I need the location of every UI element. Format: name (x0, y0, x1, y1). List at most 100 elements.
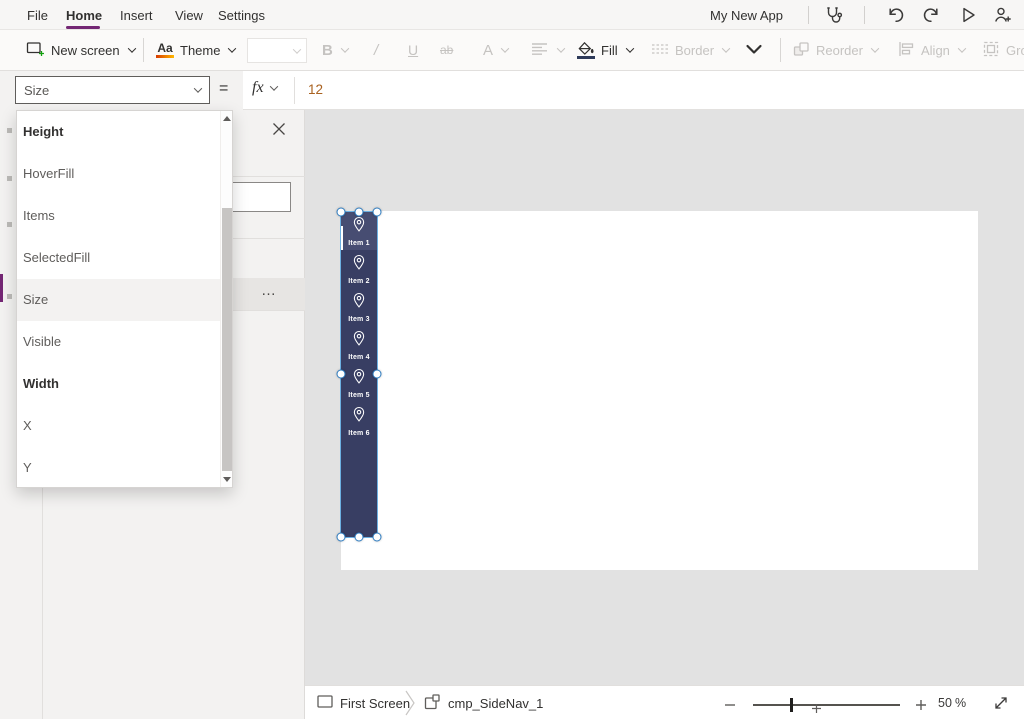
fx-selector[interactable]: fx (252, 79, 277, 97)
dropdown-item-width[interactable]: Width (17, 363, 221, 405)
location-pin-icon (352, 292, 366, 314)
selection-handle-e[interactable] (373, 370, 382, 379)
strikethrough-button[interactable]: ab (440, 30, 453, 70)
menu-settings[interactable]: Settings (218, 0, 265, 30)
zoom-value: 50 (938, 696, 952, 710)
play-preview-button[interactable] (955, 3, 981, 27)
panel-close-button[interactable] (269, 121, 289, 141)
zoom-slider-thumb[interactable] (790, 698, 793, 712)
app-checker-button[interactable] (821, 3, 847, 27)
font-size-combo[interactable] (247, 38, 307, 63)
group-button[interactable]: Gro (983, 30, 1024, 70)
property-selector[interactable]: Size (15, 76, 210, 104)
person-add-icon (993, 5, 1013, 25)
share-button[interactable] (990, 3, 1016, 27)
font-color-button[interactable]: A (483, 30, 508, 70)
group-icon (983, 41, 1000, 60)
theme-icon: Aa (156, 42, 174, 58)
new-screen-button[interactable]: New screen (26, 30, 135, 70)
theme-button[interactable]: Aa Theme (156, 30, 235, 70)
chevron-down-icon (127, 44, 135, 52)
scroll-up-icon[interactable] (223, 116, 231, 121)
divider (864, 6, 865, 24)
undo-icon (885, 5, 905, 25)
nav-item-label: Item 1 (348, 240, 369, 247)
screen-name: First Screen (340, 696, 410, 711)
scroll-down-icon[interactable] (223, 477, 231, 482)
nav-item-label: Item 5 (348, 392, 369, 399)
rail-icon-fragment (7, 222, 12, 227)
menu-file[interactable]: File (27, 0, 48, 30)
strikethrough-icon: ab (440, 43, 453, 57)
rail-icon-fragment (7, 128, 12, 133)
toolbar: New screen Aa Theme B / U ab (0, 30, 1024, 71)
menu-view[interactable]: View (175, 0, 203, 30)
nav-item-label: Item 6 (348, 430, 369, 437)
menu-insert[interactable]: Insert (120, 0, 153, 30)
bold-icon: B (322, 42, 333, 59)
breadcrumb-screen[interactable]: First Screen (317, 686, 410, 719)
dropdown-item-selectedfill[interactable]: SelectedFill (17, 237, 221, 279)
dropdown-item-size[interactable]: Size (17, 279, 221, 321)
fit-to-window-button[interactable] (993, 695, 1009, 716)
selection-handle-w[interactable] (337, 370, 346, 379)
selection-handle-sw[interactable] (337, 533, 346, 542)
dropdown-item-visible[interactable]: Visible (17, 321, 221, 363)
location-pin-icon (352, 368, 366, 390)
bold-button[interactable]: B (322, 30, 348, 70)
fill-color-swatch (577, 56, 595, 59)
breadcrumb-separator (405, 690, 416, 719)
close-icon (272, 122, 286, 141)
formula-input[interactable]: 12 (308, 82, 323, 97)
chevron-down-icon (269, 82, 277, 90)
toolbar-overflow-button[interactable] (745, 30, 763, 70)
breadcrumb-component[interactable]: cmp_SideNav_1 (424, 686, 543, 719)
nav-item: Item 4 (341, 326, 377, 364)
dropdown-item-hoverfill[interactable]: HoverFill (17, 153, 221, 195)
app-title: My New App (710, 0, 783, 30)
zoom-in-button[interactable] (915, 698, 927, 716)
underline-button[interactable]: U (408, 30, 418, 70)
new-screen-label: New screen (51, 43, 120, 58)
nav-item-label: Item 3 (348, 316, 369, 323)
redo-button[interactable] (919, 3, 945, 27)
border-button[interactable]: Border (651, 30, 729, 70)
more-options-button[interactable]: … (261, 282, 277, 299)
divider (294, 77, 295, 104)
dropdown-scrollbar[interactable] (220, 111, 232, 487)
dropdown-item-x[interactable]: X (17, 405, 221, 447)
reorder-button[interactable]: Reorder (793, 30, 878, 70)
divider (143, 38, 144, 62)
component-name: cmp_SideNav_1 (448, 696, 543, 711)
fill-button[interactable]: Fill (577, 30, 633, 70)
dropdown-item-y[interactable]: Y (17, 447, 221, 489)
nav-item: Item 3 (341, 288, 377, 326)
design-canvas[interactable]: Item 1 Item 2 Item 3 (305, 110, 1024, 685)
dropdown-item-items[interactable]: Items (17, 195, 221, 237)
nav-item: Item 1 (341, 212, 377, 250)
chevron-down-icon (501, 44, 509, 52)
zoom-out-button[interactable] (724, 698, 736, 716)
nav-item-label: Item 2 (348, 278, 369, 285)
active-rail-indicator (0, 274, 3, 302)
text-align-button[interactable] (531, 30, 564, 70)
scrollbar-thumb[interactable] (222, 208, 232, 471)
location-pin-icon (352, 330, 366, 352)
redo-icon (922, 5, 942, 25)
screen-artboard[interactable] (341, 211, 978, 570)
formula-bar: Size = fx 12 (0, 71, 1024, 110)
selection-handle-n[interactable] (355, 208, 364, 217)
italic-button[interactable]: / (374, 30, 378, 70)
selection-handle-s[interactable] (355, 533, 364, 542)
dropdown-item-height[interactable]: Height (17, 111, 221, 153)
selection-handle-ne[interactable] (373, 208, 382, 217)
new-screen-icon (26, 40, 45, 61)
selection-handle-se[interactable] (373, 533, 382, 542)
align-button[interactable]: Align (898, 30, 965, 70)
component-icon (424, 694, 441, 713)
equals-sign: = (219, 80, 228, 98)
zoom-slider[interactable] (753, 704, 900, 706)
rail-icon-fragment (7, 176, 12, 181)
selection-handle-nw[interactable] (337, 208, 346, 217)
undo-button[interactable] (882, 3, 908, 27)
